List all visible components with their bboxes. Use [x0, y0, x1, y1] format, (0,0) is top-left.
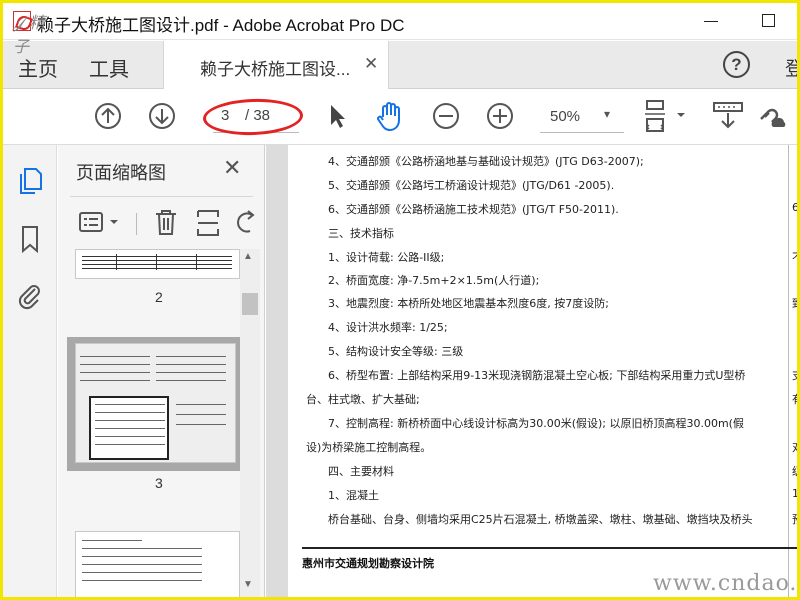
scrollbar-thumb[interactable]: [242, 293, 258, 315]
pdf-page: 4、交通部颁《公路桥涵地基与基础设计规范》(JTG D63-2007); 5、交…: [288, 145, 797, 597]
minimize-button[interactable]: [704, 21, 718, 22]
window-title: 赖子大桥施工图设计.pdf - Adobe Acrobat Pro DC: [37, 16, 405, 35]
tab-tools[interactable]: 工具: [89, 53, 129, 82]
sign-in-button[interactable]: 登: [785, 54, 797, 81]
rotate-page-icon[interactable]: [234, 207, 258, 237]
tab-home[interactable]: 主页: [18, 53, 58, 82]
zoom-level-value: 50%: [550, 108, 581, 125]
delete-page-icon[interactable]: [152, 207, 180, 237]
scroll-down-icon[interactable]: ▼: [243, 579, 253, 590]
site-logo: 𝒥 精子: [13, 13, 46, 56]
doc-text-line: 5、交通部颁《公路圬工桥涵设计规范》(JTG/D61 -2005).: [328, 179, 615, 192]
document-view: 4、交通部颁《公路桥涵地基与基础设计规范》(JTG D63-2007); 5、交…: [266, 145, 797, 597]
page-thumbnails-icon[interactable]: [16, 165, 44, 197]
close-panel-icon[interactable]: ✕: [223, 155, 241, 181]
previous-page-icon[interactable]: [93, 101, 123, 131]
doc-text-line: 2、桥面宽度: 净-7.5m+2×1.5m(人行道);: [328, 274, 540, 287]
thumbnail-viewport-box[interactable]: [89, 396, 169, 460]
read-mode-icon[interactable]: [711, 99, 745, 133]
site-watermark: www.cndao.com: [653, 571, 797, 596]
next-page-text: 不: [792, 249, 797, 265]
next-page-text: 致: [792, 295, 797, 311]
doc-text-line: 四、主要材料: [328, 465, 394, 478]
doc-text-line: 三、技术指标: [328, 227, 394, 240]
scroll-up-icon[interactable]: ▲: [243, 251, 253, 262]
next-page-text: 有: [792, 391, 797, 407]
tab-document-label: 赖子大桥施工图设...: [200, 60, 351, 79]
page-boundary: [788, 145, 789, 597]
next-page-text: 级: [792, 463, 797, 479]
attachments-icon[interactable]: [16, 281, 44, 313]
doc-text-line: 桥台基础、台身、侧墙均采用C25片石混凝土, 桥墩盖梁、墩柱、墩基础、墩挡块及桥…: [328, 513, 753, 526]
next-page-text: 支: [792, 367, 797, 383]
doc-text-line: 设)为桥梁施工控制高程。: [306, 441, 432, 454]
page-footer: 惠州市交通规划勘察设计院: [302, 557, 434, 570]
extract-page-icon[interactable]: [194, 207, 222, 237]
page-fit-icon[interactable]: [643, 99, 689, 135]
hand-tool-icon[interactable]: [375, 101, 405, 133]
chevron-down-icon: ▾: [604, 107, 611, 121]
toolbar-divider: [136, 213, 137, 235]
tab-bar: 主页 工具 赖子大桥施工图设... ✕ ? 登: [3, 41, 797, 89]
doc-text-line: 6、交通部颁《公路桥涵施工技术规范》(JTG/T F50-2011).: [328, 203, 619, 216]
thumbnail-list: 2 3 ▲ ▼: [58, 249, 265, 597]
zoom-in-icon[interactable]: [485, 101, 515, 131]
thumbnail-label: 3: [155, 475, 163, 491]
doc-text-line: 5、结构设计安全等级: 三级: [328, 345, 464, 358]
thumbnail-page-3[interactable]: [75, 343, 236, 463]
zoom-out-icon[interactable]: [431, 101, 461, 131]
panel-toolbar: [58, 203, 265, 243]
title-bar: 赖子大桥施工图设计.pdf - Adobe Acrobat Pro DC: [3, 3, 797, 40]
link-cloud-icon[interactable]: [755, 99, 789, 133]
panel-title: 页面缩略图: [76, 163, 166, 183]
close-tab-icon[interactable]: ✕: [364, 54, 378, 74]
doc-text-line: 3、地震烈度: 本桥所处地区地震基本烈度6度, 按7度设防;: [328, 297, 609, 310]
next-page-icon[interactable]: [147, 101, 177, 131]
doc-text-line: 1、设计荷载: 公路-II级;: [328, 251, 445, 264]
left-nav-rail: [3, 145, 57, 597]
next-page-text: 1m: [792, 487, 797, 500]
bookmarks-icon[interactable]: [16, 223, 44, 255]
next-page-text: 对: [792, 439, 797, 455]
footer-rule: [302, 547, 797, 549]
acrobat-window: 赖子大桥施工图设计.pdf - Adobe Acrobat Pro DC 主页 …: [3, 3, 797, 597]
options-menu-icon[interactable]: [78, 209, 126, 237]
select-cursor-icon[interactable]: [325, 101, 349, 131]
thumbnail-page-2[interactable]: [75, 249, 240, 279]
doc-text-line: 6、桥型布置: 上部结构采用9-13米现浇钢筋混凝土空心板; 下部结构采用重力式…: [328, 369, 746, 382]
next-page-text: 6: [792, 201, 797, 214]
thumbnail-panel: 页面缩略图 ✕ 2 3 ▲ ▼: [58, 145, 265, 597]
doc-text-line: 4、交通部颁《公路桥涵地基与基础设计规范》(JTG D63-2007);: [328, 155, 644, 168]
tab-document[interactable]: 赖子大桥施工图设... ✕: [163, 41, 389, 89]
doc-text-line: 台、柱式墩、扩大基础;: [306, 393, 420, 406]
panel-divider: [70, 196, 253, 197]
thumbnail-label: 2: [155, 289, 163, 305]
help-icon[interactable]: ?: [723, 51, 750, 78]
maximize-button[interactable]: [762, 14, 775, 27]
next-page-text: 预: [792, 511, 797, 527]
main-toolbar: 3 / 38 50% ▾: [3, 89, 797, 145]
thumbnail-page-4[interactable]: [75, 531, 240, 597]
doc-text-line: 1、混凝土: [328, 489, 379, 502]
zoom-level-dropdown[interactable]: 50% ▾: [540, 103, 624, 133]
doc-text-line: 7、控制高程: 新桥桥面中心线设计标高为30.00米(假设); 以原旧桥顶高程3…: [328, 417, 744, 430]
doc-text-line: 4、设计洪水频率: 1/25;: [328, 321, 448, 334]
